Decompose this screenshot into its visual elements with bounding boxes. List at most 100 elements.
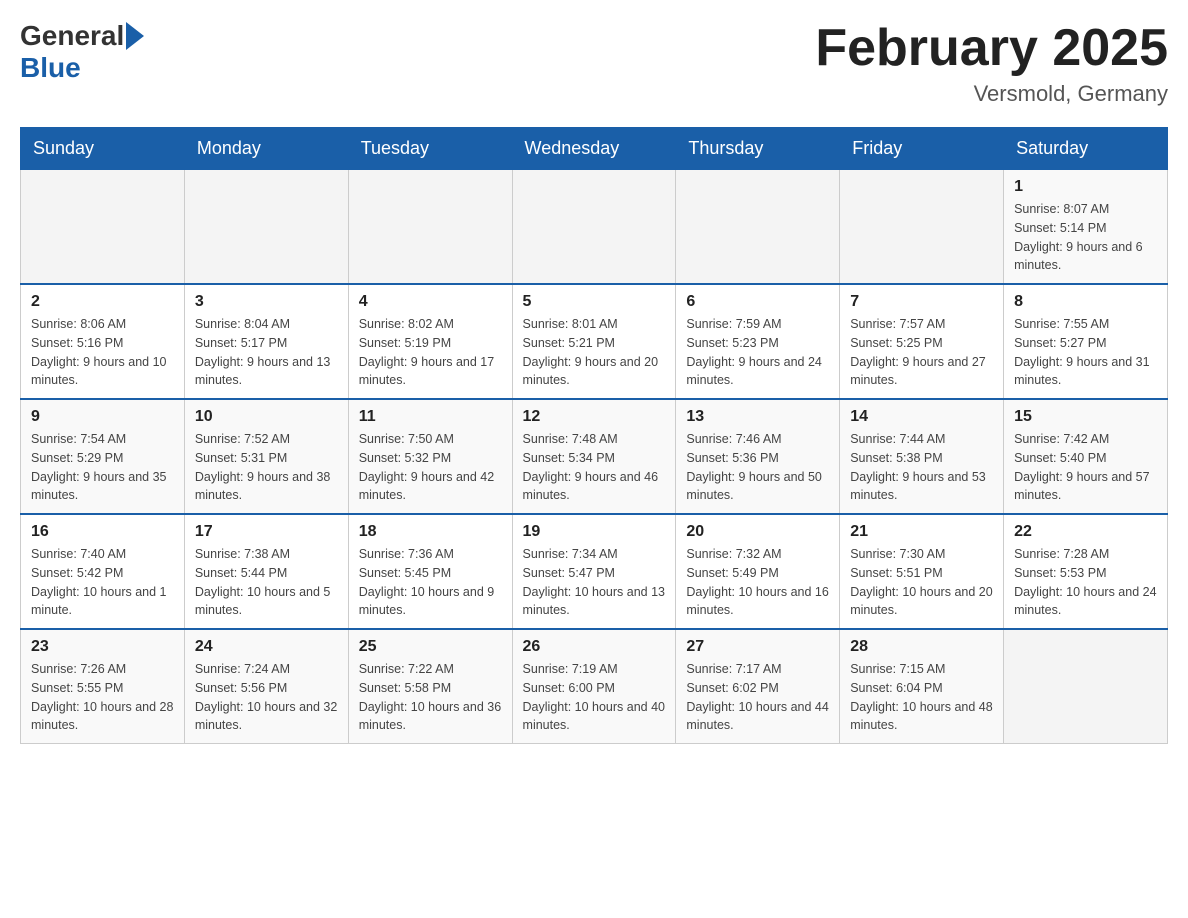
day-of-week-header: Wednesday: [512, 128, 676, 170]
calendar-week-row: 23Sunrise: 7:26 AMSunset: 5:55 PMDayligh…: [21, 629, 1168, 744]
day-number: 1: [1014, 178, 1157, 196]
calendar-day-cell: 8Sunrise: 7:55 AMSunset: 5:27 PMDaylight…: [1004, 284, 1168, 399]
day-of-week-header: Thursday: [676, 128, 840, 170]
day-info: Sunrise: 7:38 AMSunset: 5:44 PMDaylight:…: [195, 545, 338, 620]
calendar-day-cell: [1004, 629, 1168, 744]
calendar-day-cell: 21 Sunrise: 7:30 AMSunset: 5:51 PMDayligh…: [840, 514, 1004, 629]
calendar-day-cell: 18 Sunrise: 7:36 AMSunset: 5:45 PMDayligh…: [348, 514, 512, 629]
day-info: Sunrise: 7:52 AMSunset: 5:31 PMDaylight:…: [195, 430, 338, 505]
calendar-day-cell: [512, 170, 676, 285]
day-info: Sunrise: 7:50 AMSunset: 5:32 PMDaylight:…: [359, 430, 502, 505]
calendar-day-cell: 10 Sunrise: 7:52 AMSunset: 5:31 PMDayligh…: [184, 399, 348, 514]
day-number: 14: [850, 408, 993, 426]
calendar-week-row: 2Sunrise: 8:06 AMSunset: 5:16 PMDaylight…: [21, 284, 1168, 399]
day-info: Sunrise: 7:19 AMSunset: 6:00 PMDaylight:…: [523, 660, 666, 735]
day-info: Sunrise: 7:30 AMSunset: 5:51 PMDaylight:…: [850, 545, 993, 620]
day-info: Sunrise: 8:02 AMSunset: 5:19 PMDaylight:…: [359, 315, 502, 390]
day-number: 16: [31, 523, 174, 541]
day-info: Sunrise: 7:24 AMSunset: 5:56 PMDaylight:…: [195, 660, 338, 735]
day-number: 4: [359, 293, 502, 311]
day-of-week-header: Saturday: [1004, 128, 1168, 170]
day-number: 8: [1014, 293, 1157, 311]
day-info: Sunrise: 7:32 AMSunset: 5:49 PMDaylight:…: [686, 545, 829, 620]
calendar-day-cell: [184, 170, 348, 285]
calendar-day-cell: 7 Sunrise: 7:57 AMSunset: 5:25 PMDaylight…: [840, 284, 1004, 399]
day-number: 9: [31, 408, 174, 426]
day-info: Sunrise: 7:26 AMSunset: 5:55 PMDaylight:…: [31, 660, 174, 735]
day-info: Sunrise: 7:59 AMSunset: 5:23 PMDaylight:…: [686, 315, 829, 390]
day-number: 22: [1014, 523, 1157, 541]
calendar-day-cell: 2Sunrise: 8:06 AMSunset: 5:16 PMDaylight…: [21, 284, 185, 399]
calendar-week-row: 16Sunrise: 7:40 AMSunset: 5:42 PMDayligh…: [21, 514, 1168, 629]
day-info: Sunrise: 7:42 AMSunset: 5:40 PMDaylight:…: [1014, 430, 1157, 505]
logo-arrow-icon: [126, 22, 144, 50]
day-number: 5: [523, 293, 666, 311]
calendar-day-cell: 24 Sunrise: 7:24 AMSunset: 5:56 PMDayligh…: [184, 629, 348, 744]
calendar-day-cell: 12Sunrise: 7:48 AMSunset: 5:34 PMDayligh…: [512, 399, 676, 514]
day-number: 12: [523, 408, 666, 426]
day-info: Sunrise: 7:15 AMSunset: 6:04 PMDaylight:…: [850, 660, 993, 735]
day-number: 7: [850, 293, 993, 311]
day-number: 19: [523, 523, 666, 541]
calendar-day-cell: 27 Sunrise: 7:17 AMSunset: 6:02 PMDayligh…: [676, 629, 840, 744]
calendar-day-cell: 26 Sunrise: 7:19 AMSunset: 6:00 PMDayligh…: [512, 629, 676, 744]
day-number: 24: [195, 638, 338, 656]
calendar-day-cell: 19 Sunrise: 7:34 AMSunset: 5:47 PMDayligh…: [512, 514, 676, 629]
calendar-day-cell: 6 Sunrise: 7:59 AMSunset: 5:23 PMDaylight…: [676, 284, 840, 399]
logo-blue-text: Blue: [20, 52, 81, 83]
calendar-day-cell: 15 Sunrise: 7:42 AMSunset: 5:40 PMDayligh…: [1004, 399, 1168, 514]
day-number: 13: [686, 408, 829, 426]
day-info: Sunrise: 7:34 AMSunset: 5:47 PMDaylight:…: [523, 545, 666, 620]
calendar-day-cell: 9 Sunrise: 7:54 AMSunset: 5:29 PMDaylight…: [21, 399, 185, 514]
calendar-day-cell: [676, 170, 840, 285]
day-number: 3: [195, 293, 338, 311]
day-info: Sunrise: 8:04 AMSunset: 5:17 PMDaylight:…: [195, 315, 338, 390]
calendar-day-cell: [348, 170, 512, 285]
calendar-day-cell: 4 Sunrise: 8:02 AMSunset: 5:19 PMDaylight…: [348, 284, 512, 399]
day-number: 25: [359, 638, 502, 656]
calendar-day-cell: 13 Sunrise: 7:46 AMSunset: 5:36 PMDayligh…: [676, 399, 840, 514]
calendar-table: SundayMondayTuesdayWednesdayThursdayFrid…: [20, 127, 1168, 744]
day-info: Sunrise: 7:44 AMSunset: 5:38 PMDaylight:…: [850, 430, 993, 505]
day-info: Sunrise: 7:28 AMSunset: 5:53 PMDaylight:…: [1014, 545, 1157, 620]
calendar-day-cell: 28 Sunrise: 7:15 AMSunset: 6:04 PMDayligh…: [840, 629, 1004, 744]
location-text: Versmold, Germany: [815, 81, 1168, 107]
day-number: 20: [686, 523, 829, 541]
calendar-day-cell: 23Sunrise: 7:26 AMSunset: 5:55 PMDayligh…: [21, 629, 185, 744]
day-info: Sunrise: 8:07 AMSunset: 5:14 PMDaylight:…: [1014, 200, 1157, 275]
calendar-day-cell: 17Sunrise: 7:38 AMSunset: 5:44 PMDayligh…: [184, 514, 348, 629]
day-info: Sunrise: 7:57 AMSunset: 5:25 PMDaylight:…: [850, 315, 993, 390]
day-number: 27: [686, 638, 829, 656]
calendar-day-cell: 14 Sunrise: 7:44 AMSunset: 5:38 PMDayligh…: [840, 399, 1004, 514]
day-number: 21: [850, 523, 993, 541]
calendar-day-cell: [840, 170, 1004, 285]
day-number: 10: [195, 408, 338, 426]
calendar-day-cell: 5 Sunrise: 8:01 AMSunset: 5:21 PMDaylight…: [512, 284, 676, 399]
day-number: 18: [359, 523, 502, 541]
day-number: 28: [850, 638, 993, 656]
calendar-day-cell: 16Sunrise: 7:40 AMSunset: 5:42 PMDayligh…: [21, 514, 185, 629]
day-info: Sunrise: 8:01 AMSunset: 5:21 PMDaylight:…: [523, 315, 666, 390]
day-number: 6: [686, 293, 829, 311]
calendar-day-cell: 1 Sunrise: 8:07 AMSunset: 5:14 PMDaylight…: [1004, 170, 1168, 285]
day-info: Sunrise: 8:06 AMSunset: 5:16 PMDaylight:…: [31, 315, 174, 390]
calendar-header-row: SundayMondayTuesdayWednesdayThursdayFrid…: [21, 128, 1168, 170]
calendar-day-cell: 25 Sunrise: 7:22 AMSunset: 5:58 PMDayligh…: [348, 629, 512, 744]
day-info: Sunrise: 7:36 AMSunset: 5:45 PMDaylight:…: [359, 545, 502, 620]
logo: General Blue: [20, 20, 146, 84]
day-of-week-header: Sunday: [21, 128, 185, 170]
day-info: Sunrise: 7:46 AMSunset: 5:36 PMDaylight:…: [686, 430, 829, 505]
month-title: February 2025: [815, 20, 1168, 77]
calendar-week-row: 1 Sunrise: 8:07 AMSunset: 5:14 PMDaylight…: [21, 170, 1168, 285]
title-area: February 2025 Versmold, Germany: [815, 20, 1168, 107]
logo-general-text: General: [20, 20, 124, 52]
day-number: 15: [1014, 408, 1157, 426]
calendar-week-row: 9 Sunrise: 7:54 AMSunset: 5:29 PMDaylight…: [21, 399, 1168, 514]
day-info: Sunrise: 7:17 AMSunset: 6:02 PMDaylight:…: [686, 660, 829, 735]
day-info: Sunrise: 7:22 AMSunset: 5:58 PMDaylight:…: [359, 660, 502, 735]
day-of-week-header: Monday: [184, 128, 348, 170]
day-number: 26: [523, 638, 666, 656]
calendar-day-cell: [21, 170, 185, 285]
day-of-week-header: Tuesday: [348, 128, 512, 170]
day-info: Sunrise: 7:54 AMSunset: 5:29 PMDaylight:…: [31, 430, 174, 505]
